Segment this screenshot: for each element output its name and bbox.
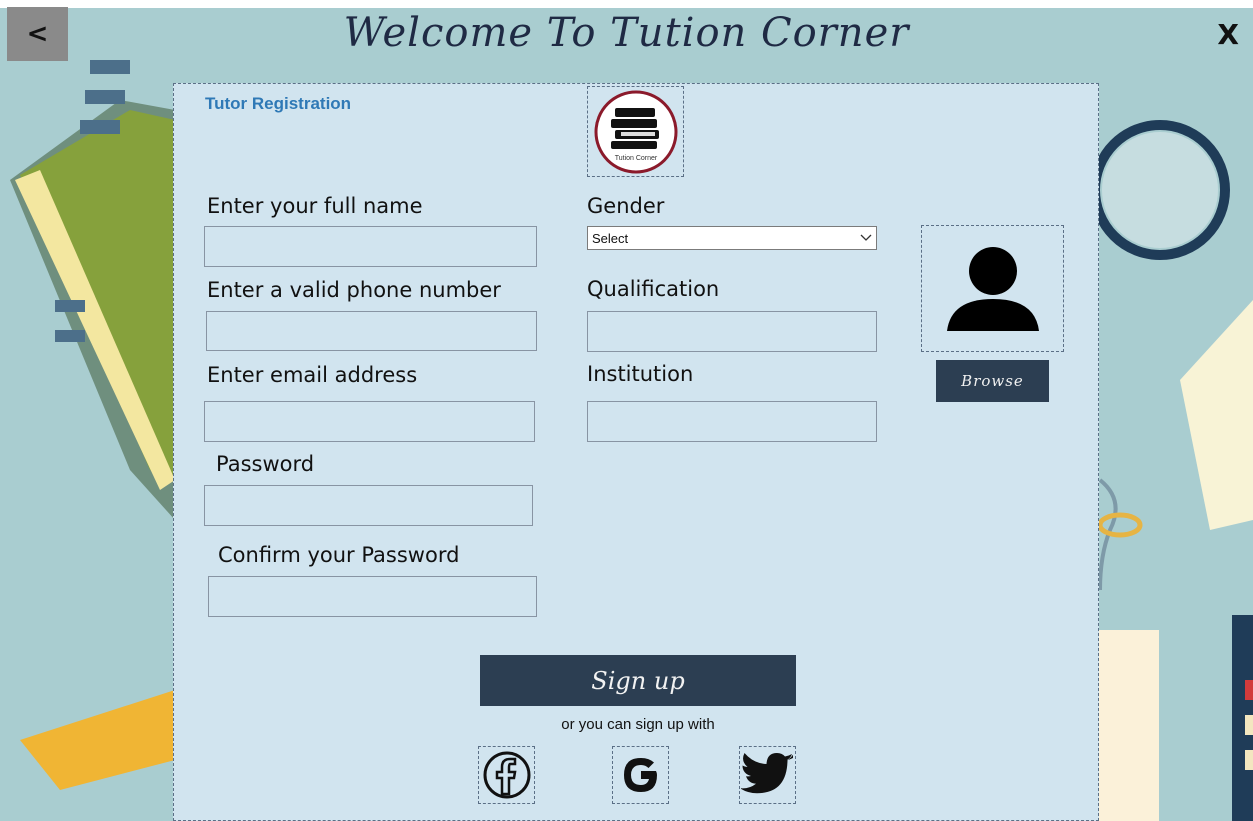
gender-selected-value: Select <box>592 230 629 246</box>
qualification-input[interactable] <box>587 311 877 352</box>
alt-signup-text: or you can sign up with <box>561 716 715 733</box>
gender-label: Gender <box>587 194 665 218</box>
email-label: Enter email address <box>207 363 418 387</box>
logo: Tution Corner <box>587 86 684 177</box>
twitter-button[interactable] <box>739 746 796 804</box>
browse-button[interactable]: Browse <box>936 360 1049 402</box>
user-icon <box>946 246 1039 331</box>
phone-input[interactable] <box>206 311 537 351</box>
close-icon: X <box>1217 18 1239 51</box>
confirm-password-input[interactable] <box>208 576 537 617</box>
google-button[interactable] <box>612 746 669 804</box>
institution-input[interactable] <box>587 401 877 442</box>
full-name-input[interactable] <box>204 226 537 267</box>
institution-label: Institution <box>587 362 694 386</box>
registration-panel: Tutor Registration Tution Corner Enter y… <box>173 83 1099 821</box>
page-title: Welcome To Tution Corner <box>343 10 910 56</box>
password-input[interactable] <box>204 485 533 526</box>
password-label: Password <box>216 452 315 476</box>
email-input[interactable] <box>204 401 535 442</box>
books-logo-icon: Tution Corner <box>594 90 677 173</box>
gender-select[interactable]: Select <box>587 226 877 250</box>
google-icon <box>623 758 657 792</box>
profile-photo <box>921 225 1064 352</box>
confirm-password-label: Confirm your Password <box>218 543 460 567</box>
chevron-down-icon <box>860 234 872 241</box>
form-heading: Tutor Registration <box>205 94 352 113</box>
twitter-icon <box>740 753 793 794</box>
qualification-label: Qualification <box>587 277 720 301</box>
facebook-icon <box>483 751 530 799</box>
svg-text:Tution Corner: Tution Corner <box>614 155 657 162</box>
close-button[interactable]: X <box>1217 18 1239 51</box>
signup-button[interactable]: Sign up <box>480 655 796 706</box>
phone-label: Enter a valid phone number <box>207 278 501 302</box>
facebook-button[interactable] <box>478 746 535 804</box>
window-top-strip <box>0 0 1253 8</box>
full-name-label: Enter your full name <box>207 194 423 218</box>
